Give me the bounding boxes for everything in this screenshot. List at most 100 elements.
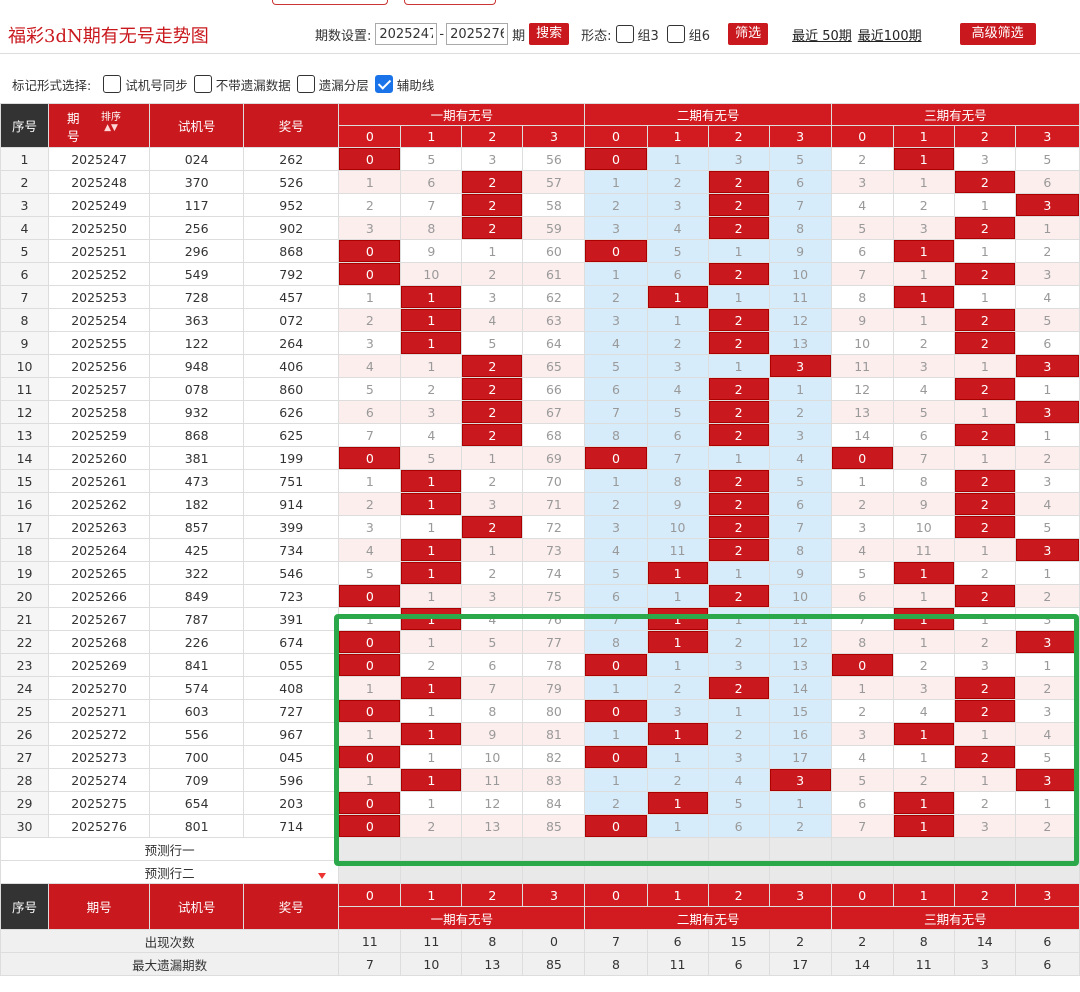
group1-cell-2: 5 (461, 331, 524, 355)
group2-cell-2: 1 (707, 446, 770, 470)
prediction-cell[interactable] (892, 837, 955, 861)
prediction-cell[interactable] (768, 860, 832, 884)
group3-cell-1: 9 (892, 492, 955, 516)
group1-cell-1: 1 (400, 492, 463, 516)
period-to-input[interactable] (446, 23, 509, 45)
prediction-cell[interactable] (953, 837, 1016, 861)
group1-cell-2: 1 (461, 538, 524, 562)
group3-cell-1: 1 (892, 814, 955, 838)
group2-cell-2: 1 (707, 354, 770, 378)
group1-cell-0: 1 (338, 170, 402, 194)
max-miss-cell: 10 (400, 952, 463, 976)
group2-col-3-header: 3 (768, 125, 832, 148)
aux-line-checkbox[interactable] (374, 75, 393, 93)
group3-cell-2: 1 (953, 193, 1016, 217)
top-tab-2[interactable] (404, 0, 496, 5)
group6-checkbox[interactable] (666, 25, 685, 43)
recent-100-link[interactable]: 最近100期 (858, 25, 922, 44)
group1-cell-0: 0 (338, 584, 402, 608)
prediction-cell[interactable] (707, 860, 770, 884)
prediction-cell[interactable] (461, 860, 524, 884)
group2-cell-1: 8 (646, 469, 709, 493)
group1-cell-3: 57 (522, 170, 586, 194)
table-row: 19 2025265 322 546 5 1 2 74 5 1 1 9 5 1 2 1 (0, 561, 1080, 585)
group1-cell-1: 1 (400, 354, 463, 378)
group3-cell-1: 2 (892, 193, 955, 217)
group3-cell-1: 2 (892, 768, 955, 792)
row-prize-number: 868 (243, 239, 340, 263)
prediction-cell[interactable] (707, 837, 770, 861)
group3-cell-3: 1 (1014, 377, 1080, 401)
prediction-cell[interactable] (522, 860, 586, 884)
top-tab-1[interactable] (272, 0, 388, 5)
sort-control[interactable]: 排序 ▲▼ (101, 112, 121, 133)
row-seq: 20 (0, 584, 50, 608)
group2-cell-3: 5 (768, 147, 832, 171)
group1-cell-1: 5 (400, 446, 463, 470)
group3-cell-1: 7 (892, 446, 955, 470)
group1-cell-0: 1 (338, 768, 402, 792)
group1-cell-2: 4 (461, 607, 524, 631)
prediction-cell[interactable] (584, 860, 648, 884)
group1-cell-2: 8 (461, 699, 524, 723)
prediction-cell[interactable] (584, 837, 648, 861)
group3-cell-1: 1 (892, 722, 955, 746)
group1-cell-0: 0 (338, 446, 402, 470)
group1-cell-3: 69 (522, 446, 586, 470)
prediction-cell[interactable] (830, 837, 894, 861)
group3-cell-2: 2 (953, 791, 1016, 815)
group2-cell-2: 2 (707, 400, 770, 424)
row-prize-number: 723 (243, 584, 340, 608)
miss-layer-checkbox[interactable] (296, 75, 315, 93)
prediction-cell[interactable] (338, 860, 402, 884)
group1-col-1-header: 1 (400, 125, 463, 148)
period-from-input[interactable] (375, 23, 438, 45)
prediction-cell[interactable] (646, 860, 709, 884)
group3-cell-0: 2 (830, 492, 894, 516)
filter-button[interactable]: 筛选 (728, 23, 769, 45)
row-seq: 30 (0, 814, 50, 838)
prediction-cell[interactable] (522, 837, 586, 861)
group3-cell-3: 4 (1014, 285, 1080, 309)
group3-cell-3: 1 (1014, 216, 1080, 240)
prediction-cell[interactable] (892, 860, 955, 884)
prediction-cell[interactable] (461, 837, 524, 861)
group1-cell-1: 7 (400, 193, 463, 217)
row-prize-number: 902 (243, 216, 340, 240)
search-button[interactable]: 搜索 (529, 23, 570, 45)
group2-cell-0: 0 (584, 814, 648, 838)
prediction-cell[interactable] (400, 860, 463, 884)
row-issue: 2025255 (48, 331, 151, 355)
period-unit: 期 (512, 28, 526, 44)
group3-cell-2: 1 (953, 538, 1016, 562)
prediction-cell[interactable] (953, 860, 1016, 884)
group3-checkbox[interactable] (615, 25, 634, 43)
group3-cell-0: 7 (830, 607, 894, 631)
group3-cell-1: 10 (892, 515, 955, 539)
group3-cell-1: 3 (892, 354, 955, 378)
prediction-cell[interactable] (1014, 837, 1080, 861)
group2-cell-2: 2 (707, 193, 770, 217)
advanced-filter-button[interactable]: 高级筛选 (959, 23, 1036, 45)
prediction-cell[interactable] (768, 837, 832, 861)
prediction-cell[interactable] (338, 837, 402, 861)
group2-cell-0: 2 (584, 193, 648, 217)
group2-cell-3: 3 (768, 768, 832, 792)
max-miss-cell: 3 (953, 952, 1016, 976)
group2-cell-0: 0 (584, 147, 648, 171)
group2-cell-3: 8 (768, 216, 832, 240)
group2-cell-2: 2 (707, 584, 770, 608)
table-row: 22 2025268 226 674 0 1 5 77 8 1 2 12 8 1 2 3 (0, 630, 1080, 654)
group3-cell-3: 3 (1014, 607, 1080, 631)
group3-cell-0: 1 (830, 469, 894, 493)
row-issue: 2025247 (48, 147, 151, 171)
issue-header[interactable]: 期号 排序 ▲▼ (48, 103, 151, 148)
prediction-cell[interactable] (400, 837, 463, 861)
group2-cell-3: 13 (768, 331, 832, 355)
no-miss-data-checkbox[interactable] (193, 75, 212, 93)
recent-50-link[interactable]: 最近 50期 (792, 25, 852, 44)
prediction-cell[interactable] (1014, 860, 1080, 884)
prediction-cell[interactable] (646, 837, 709, 861)
prediction-cell[interactable] (830, 860, 894, 884)
sync-test-checkbox[interactable] (103, 75, 122, 93)
